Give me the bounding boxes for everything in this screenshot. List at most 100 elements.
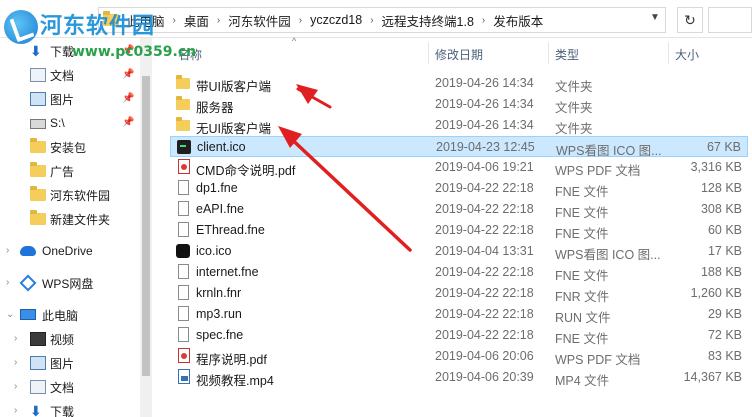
column-divider[interactable]: [428, 42, 429, 64]
refresh-button[interactable]: ↻: [677, 7, 703, 33]
nav-label: 图片: [50, 356, 75, 371]
chevron-right-icon[interactable]: ›: [14, 357, 17, 368]
file-row[interactable]: internet.fne 2019-04-22 22:18 FNE 文件 188…: [170, 262, 748, 283]
file-type: FNE 文件: [555, 185, 609, 199]
chevron-down-icon[interactable]: ▼: [650, 12, 660, 23]
folder-icon: [176, 75, 190, 89]
file-name: eAPI.fne: [196, 202, 244, 216]
file-type: WPS看图 ICO 图...: [555, 248, 661, 262]
nav-label: 下载: [50, 404, 75, 417]
chevron-right-icon[interactable]: ›: [14, 381, 17, 392]
file-row[interactable]: 服务器 2019-04-26 14:34 文件夹: [170, 94, 748, 115]
file-row[interactable]: 无UI版客户端 2019-04-26 14:34 文件夹: [170, 115, 748, 136]
breadcrumb-hedong[interactable]: 河东软件园: [226, 11, 293, 30]
download-icon: ⬇: [30, 403, 42, 417]
file-date: 2019-04-22 22:18: [435, 223, 534, 237]
file-icon: [178, 264, 189, 279]
chevron-right-icon[interactable]: ›: [6, 245, 9, 256]
file-row[interactable]: spec.fne 2019-04-22 22:18 FNE 文件 72 KB: [170, 325, 748, 346]
nav-item-documents[interactable]: 文档 📌: [0, 64, 140, 86]
file-date: 2019-04-22 22:18: [435, 265, 534, 279]
chevron-right-icon[interactable]: ›: [167, 15, 182, 26]
nav-item-new-folder[interactable]: 新建文件夹: [0, 208, 140, 230]
chevron-right-icon[interactable]: ›: [211, 15, 226, 26]
breadcrumb-this-pc[interactable]: 此电脑: [125, 11, 167, 30]
file-row[interactable]: 带UI版客户端 2019-04-26 14:34 文件夹: [170, 73, 748, 94]
file-row[interactable]: 程序说明.pdf 2019-04-06 20:06 WPS PDF 文档 83 …: [170, 346, 748, 367]
file-name: 程序说明.pdf: [196, 353, 267, 367]
nav-item-pictures[interactable]: 图片 📌: [0, 88, 140, 110]
file-list: ^ 名称 修改日期 类型 大小 带UI版客户端 2019-04-26 14:34…: [152, 36, 752, 417]
terminal-icon: [177, 140, 191, 154]
column-divider[interactable]: [668, 42, 669, 64]
file-date: 2019-04-22 22:18: [435, 307, 534, 321]
search-input[interactable]: [708, 7, 752, 33]
pin-icon[interactable]: 📌: [122, 93, 134, 104]
chevron-right-icon[interactable]: ›: [6, 277, 9, 288]
file-size: 128 KB: [700, 181, 742, 195]
breadcrumb-release[interactable]: 发布版本: [491, 11, 545, 30]
nav-item-downloads-2[interactable]: › ⬇ 下载: [0, 400, 140, 417]
column-header-size[interactable]: 大小: [675, 46, 699, 63]
pin-icon[interactable]: 📌: [122, 117, 134, 128]
nav-item-downloads[interactable]: ⬇ 下载 📌: [0, 40, 140, 62]
pin-icon[interactable]: 📌: [122, 69, 134, 80]
chevron-down-icon[interactable]: ⌄: [6, 309, 14, 320]
breadcrumb-desktop[interactable]: 桌面: [182, 11, 211, 30]
nav-item-wps-drive[interactable]: › WPS网盘: [0, 272, 140, 294]
nav-scrollbar[interactable]: [140, 38, 152, 417]
column-header-date[interactable]: 修改日期: [435, 46, 483, 63]
nav-item-this-pc[interactable]: ⌄ 此电脑: [0, 304, 140, 326]
nav-item-pictures-2[interactable]: › 图片: [0, 352, 140, 374]
file-row[interactable]: dp1.fne 2019-04-22 22:18 FNE 文件 128 KB: [170, 178, 748, 199]
nav-item-onedrive[interactable]: › OneDrive: [0, 240, 140, 262]
file-row[interactable]: 视频教程.mp4 2019-04-06 20:39 MP4 文件 14,367 …: [170, 367, 748, 388]
file-date: 2019-04-22 22:18: [435, 286, 534, 300]
file-date: 2019-04-06 20:06: [435, 349, 534, 363]
address-bar[interactable]: 此电脑 › 桌面 › 河东软件园 › yczczd18 › 远程支持终端1.8 …: [98, 7, 666, 33]
chevron-right-icon[interactable]: ›: [293, 15, 308, 26]
file-type: FNE 文件: [555, 269, 609, 283]
file-name: 带UI版客户端: [196, 80, 272, 94]
column-header-name[interactable]: 名称: [178, 46, 202, 63]
nav-scroll-thumb[interactable]: [142, 76, 150, 376]
nav-label: 此电脑: [42, 308, 79, 323]
document-icon: [30, 68, 46, 82]
file-row-selected[interactable]: client.ico 2019-04-23 12:45 WPS看图 ICO 图.…: [170, 136, 748, 158]
chevron-right-icon[interactable]: ›: [476, 15, 491, 26]
nav-item-hedong[interactable]: 河东软件园: [0, 184, 140, 206]
nav-item-drive-s[interactable]: S:\ 📌: [0, 112, 140, 134]
file-date: 2019-04-06 20:39: [435, 370, 534, 384]
column-header-type[interactable]: 类型: [555, 46, 579, 63]
file-row[interactable]: CMD命令说明.pdf 2019-04-06 19:21 WPS PDF 文档 …: [170, 157, 748, 178]
nav-label: S:\: [50, 116, 65, 130]
file-name: 无UI版客户端: [196, 122, 272, 136]
file-row[interactable]: EThread.fne 2019-04-22 22:18 FNE 文件 60 K…: [170, 220, 748, 241]
file-name: mp3.run: [196, 307, 242, 321]
file-date: 2019-04-26 14:34: [435, 97, 534, 111]
video-file-icon: [178, 369, 190, 384]
file-row[interactable]: mp3.run 2019-04-22 22:18 RUN 文件 29 KB: [170, 304, 748, 325]
file-date: 2019-04-26 14:34: [435, 118, 534, 132]
file-row[interactable]: krnln.fnr 2019-04-22 22:18 FNR 文件 1,260 …: [170, 283, 748, 304]
pin-icon[interactable]: 📌: [122, 45, 134, 56]
file-row[interactable]: ico.ico 2019-04-04 13:31 WPS看图 ICO 图... …: [170, 241, 748, 262]
nav-item-install-packages[interactable]: 安装包: [0, 136, 140, 158]
file-date: 2019-04-06 19:21: [435, 160, 534, 174]
file-type: 文件夹: [555, 80, 593, 94]
chevron-right-icon[interactable]: ›: [14, 405, 17, 416]
chevron-right-icon[interactable]: ›: [364, 15, 379, 26]
column-divider[interactable]: [548, 42, 549, 64]
chevron-right-icon[interactable]: ›: [14, 333, 17, 344]
file-icon: [178, 180, 189, 195]
pc-icon: [20, 309, 36, 320]
download-icon: ⬇: [30, 43, 42, 59]
nav-item-ads[interactable]: 广告: [0, 160, 140, 182]
drive-icon: [30, 119, 46, 129]
nav-item-documents-2[interactable]: › 文档: [0, 376, 140, 398]
file-type: FNR 文件: [555, 290, 610, 304]
file-row[interactable]: eAPI.fne 2019-04-22 22:18 FNE 文件 308 KB: [170, 199, 748, 220]
nav-item-videos[interactable]: › 视频: [0, 328, 140, 350]
breadcrumb-yczczd18[interactable]: yczczd18: [308, 13, 364, 27]
breadcrumb-remote-terminal[interactable]: 远程支持终端1.8: [380, 11, 476, 30]
